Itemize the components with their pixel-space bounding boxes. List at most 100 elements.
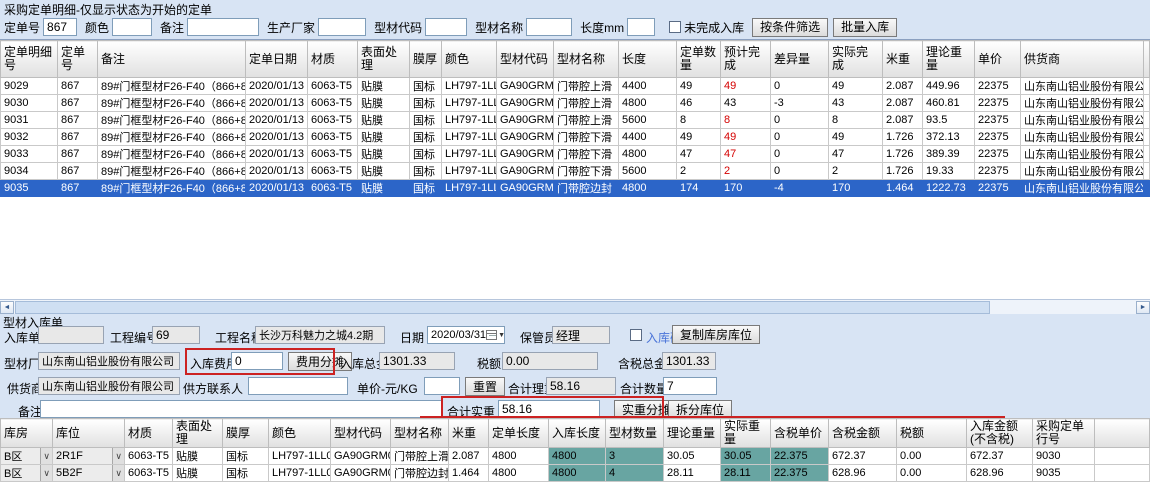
cell[interactable]: 93.5 [923,112,975,129]
cell[interactable]: 19.33 [923,163,975,180]
cell[interactable]: 28.11 [664,465,721,482]
cell[interactable]: 国标 [410,146,442,163]
cell[interactable]: 2.087 [883,95,923,112]
supplier-input[interactable] [38,377,180,395]
cell[interactable]: 49 [721,129,771,146]
cell[interactable]: 贴膜 [358,112,410,129]
cell[interactable]: 山东南山铝业股份有限公司 [1021,95,1144,112]
cell[interactable]: GA90GRM03 [497,112,554,129]
cell[interactable]: 门带腔边封 [554,180,619,197]
cell[interactable]: 4400 [619,78,677,95]
cell[interactable]: 0.00 [897,465,967,482]
cell[interactable]: 2020/01/13 [246,180,308,197]
cell[interactable]: 22375 [975,129,1021,146]
cell[interactable]: 国标 [410,163,442,180]
cell[interactable]: LH797-1LL0 [442,129,497,146]
cell[interactable]: 22375 [975,163,1021,180]
keeper-input[interactable] [552,326,610,344]
cell[interactable]: 9035 [1033,465,1095,482]
cell[interactable]: 89#门框型材F26-F40（866+867） [98,180,246,197]
project-name-input[interactable] [255,326,385,344]
cell[interactable]: 49 [677,129,721,146]
cell[interactable]: 山东南山铝业股份有限公司 [1021,163,1144,180]
cell[interactable]: 6063-T5 [308,129,358,146]
cell[interactable]: -4 [771,180,829,197]
note-input[interactable] [40,400,442,418]
cell[interactable]: 2020/01/13 [246,95,308,112]
cell[interactable]: 国标 [410,95,442,112]
cell[interactable]: 9031 [1,112,58,129]
total-qty-input[interactable] [663,377,717,395]
cell[interactable]: 89#门框型材F26-F40（866+867） [98,95,246,112]
table-row[interactable]: B区∨5B2F∨6063-T5贴膜国标LH797-1LL0GA90GRM05门带… [1,465,1150,482]
cell[interactable]: GA90GRM05 [497,180,554,197]
cell[interactable]: 43 [721,95,771,112]
entry-confirm-checkbox[interactable] [630,329,642,341]
cell[interactable]: 89#门框型材F26-F40（866+867） [98,129,246,146]
filter-by-condition-button[interactable]: 按条件筛选 [752,18,828,37]
cell[interactable]: 30.05 [664,448,721,465]
tax-input[interactable] [502,352,598,370]
cell[interactable]: 867 [58,180,98,197]
cell[interactable]: 46 [677,95,721,112]
cell[interactable]: 4800 [619,95,677,112]
cell[interactable]: 6063-T5 [308,180,358,197]
cell[interactable]: 1.464 [449,465,489,482]
cell[interactable]: 1.726 [883,129,923,146]
cell[interactable]: 山东南山铝业股份有限公司 [1021,129,1144,146]
cell[interactable]: 49 [677,78,721,95]
table-row[interactable]: 903586789#门框型材F26-F40（866+867）2020/01/13… [1,180,1150,197]
cell[interactable]: 9030 [1,95,58,112]
cell[interactable]: 2020/01/13 [246,129,308,146]
cell[interactable]: 47 [721,146,771,163]
cell[interactable]: 贴膜 [358,163,410,180]
copy-warehouse-button[interactable]: 复制库房库位 [672,325,760,344]
cell[interactable]: 4800 [619,146,677,163]
cell[interactable]: 2020/01/13 [246,146,308,163]
table-row[interactable]: 903286789#门框型材F26-F40（866+867）2020/01/13… [1,129,1150,146]
cell[interactable]: 47 [677,146,721,163]
chevron-down-icon[interactable]: ∨ [112,448,124,464]
cell[interactable]: 国标 [410,78,442,95]
cell[interactable]: 国标 [410,180,442,197]
h-scrollbar[interactable]: ◄ ► [0,299,1150,314]
manufacturer-input[interactable] [318,18,366,36]
cell[interactable]: 门带腔下滑 [554,163,619,180]
cell[interactable]: 6063-T5 [308,95,358,112]
cell[interactable]: 6063-T5 [308,78,358,95]
cell[interactable]: 贴膜 [358,78,410,95]
cell[interactable]: 9033 [1,146,58,163]
factory-input[interactable] [38,352,180,370]
cell[interactable]: 43 [829,95,883,112]
project-no-input[interactable] [152,326,200,344]
cell[interactable]: 6063-T5 [125,465,173,482]
cell[interactable]: 4800 [489,448,549,465]
total-theory-input[interactable] [546,377,616,395]
cell[interactable]: 国标 [410,112,442,129]
cell[interactable]: 8 [829,112,883,129]
cell[interactable]: LH797-1LL0 [442,163,497,180]
cell[interactable]: 0 [771,129,829,146]
cell[interactable]: 国标 [223,465,269,482]
table-row[interactable]: 903186789#门框型材F26-F40（866+867）2020/01/13… [1,112,1150,129]
cell[interactable]: B区∨ [1,465,53,482]
cell[interactable]: 628.96 [967,465,1033,482]
cell[interactable]: 22375 [975,95,1021,112]
cell[interactable]: 0 [771,112,829,129]
cell[interactable]: 1222.73 [923,180,975,197]
cell[interactable]: 2R1F∨ [53,448,125,465]
cell[interactable]: 49 [721,78,771,95]
cell[interactable]: 867 [58,146,98,163]
cell[interactable]: 0 [771,163,829,180]
cell[interactable]: 6063-T5 [308,112,358,129]
cell[interactable]: 89#门框型材F26-F40（866+867） [98,146,246,163]
cell[interactable]: 22375 [975,78,1021,95]
cell[interactable]: 贴膜 [358,129,410,146]
cell[interactable]: 1.726 [883,146,923,163]
cell[interactable]: 672.37 [967,448,1033,465]
color-input[interactable] [112,18,152,36]
cell[interactable]: 国标 [410,129,442,146]
cell[interactable]: GA90GRM03 [497,95,554,112]
cell[interactable]: 4 [606,465,664,482]
cell[interactable]: 867 [58,95,98,112]
